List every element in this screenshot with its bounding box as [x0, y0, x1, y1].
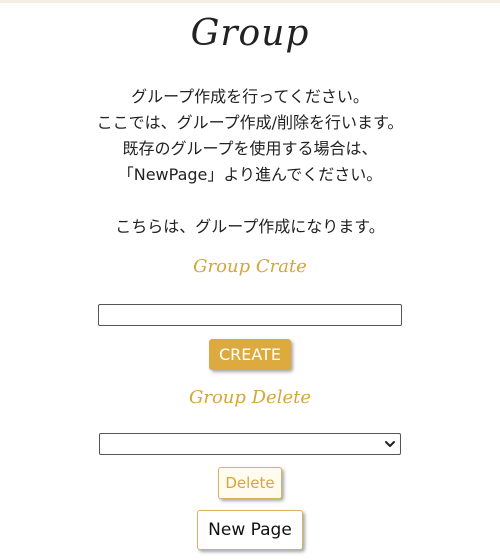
description-spacer — [97, 188, 404, 214]
page-description: グループ作成を行ってください。 ここでは、グループ作成/削除を行います。 既存の… — [97, 84, 404, 240]
chevron-down-icon — [385, 441, 395, 447]
description-line: ここでは、グループ作成/削除を行います。 — [96, 113, 404, 132]
description-line: 「NewPage」より進んでください。 — [117, 165, 383, 184]
top-border — [0, 0, 500, 3]
page-title: Group — [190, 13, 310, 54]
description-line: 既存のグループを使用する場合は、 — [122, 139, 378, 158]
group-create-heading: Group Crate — [193, 256, 307, 277]
group-select[interactable] — [99, 433, 401, 455]
description-note: こちらは、グループ作成になります。 — [115, 217, 385, 236]
group-delete-heading: Group Delete — [188, 387, 312, 408]
group-page: Group グループ作成を行ってください。 ここでは、グループ作成/削除を行いま… — [0, 0, 500, 550]
description-line: グループ作成を行ってください。 — [131, 87, 369, 106]
group-name-input[interactable] — [98, 304, 402, 326]
new-page-button[interactable]: New Page — [197, 510, 303, 550]
create-button[interactable]: CREATE — [209, 339, 291, 370]
delete-button[interactable]: Delete — [218, 467, 282, 499]
